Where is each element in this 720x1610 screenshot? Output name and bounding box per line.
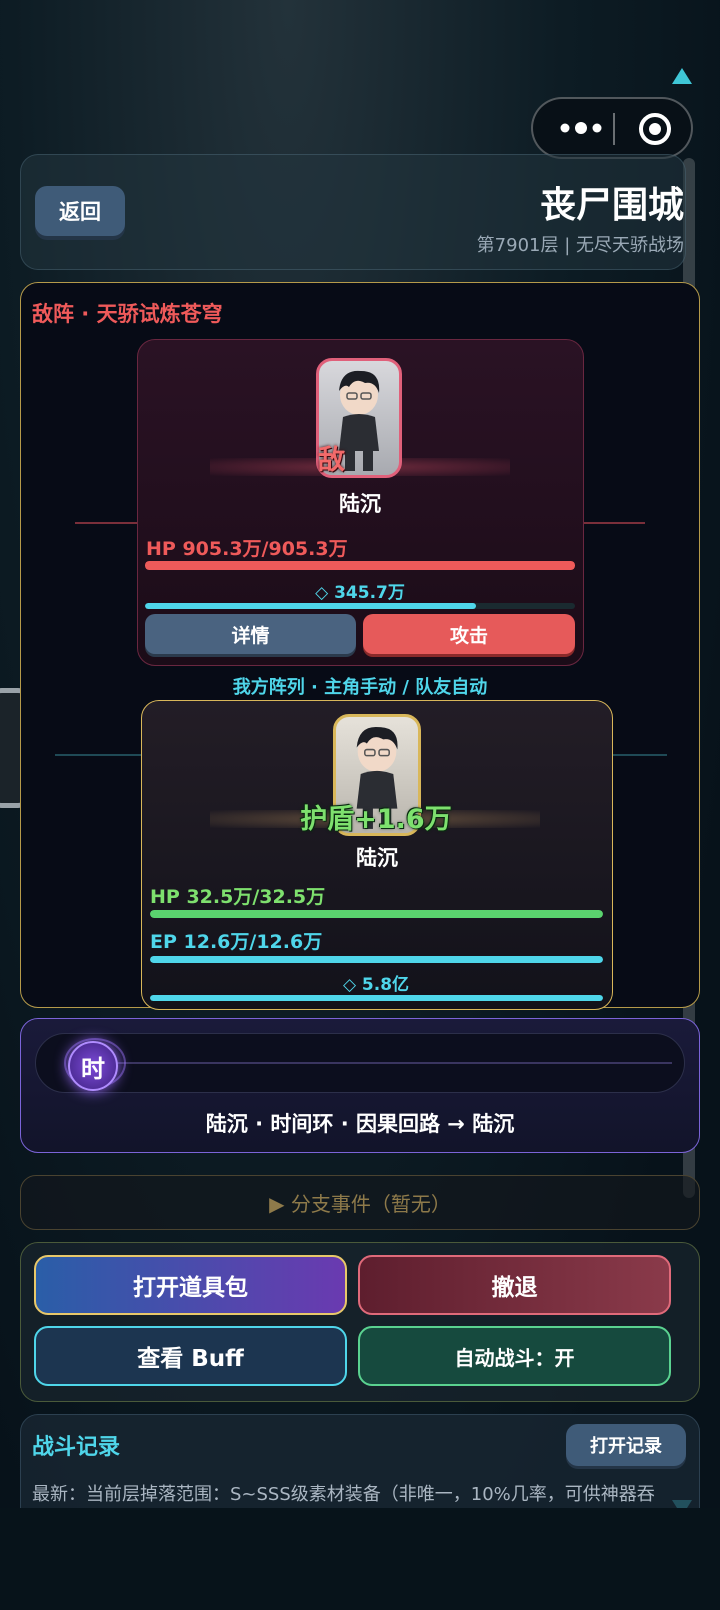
capsule-menu bbox=[531, 97, 693, 159]
battle-log-title: 战斗记录 bbox=[32, 1435, 121, 1460]
enemy-lane-line-left bbox=[75, 522, 137, 524]
enemy-section-label: 敌阵 · 天骄试炼苍穹 bbox=[32, 302, 223, 326]
ally-ep-bar bbox=[150, 956, 603, 963]
target-circle-icon[interactable] bbox=[637, 111, 673, 147]
enemy-lane-line-right bbox=[583, 522, 645, 524]
enemy-badge: 敌 bbox=[318, 445, 345, 476]
ally-hp-fill bbox=[150, 910, 603, 918]
timeline-token[interactable]: 时 bbox=[68, 1041, 118, 1091]
enemy-shield-text: ◇ 345.7万 bbox=[315, 583, 405, 603]
page-title: 丧尸围城 bbox=[539, 185, 684, 226]
enemy-hp-bar bbox=[145, 561, 575, 570]
enemy-shield-fill bbox=[145, 603, 477, 609]
ally-shield-bar bbox=[150, 995, 603, 1001]
enemy-hp-text: HP 905.3万/905.3万 bbox=[146, 538, 348, 560]
more-dots-icon[interactable] bbox=[553, 115, 613, 141]
ally-ep-fill bbox=[150, 956, 603, 963]
ally-shield-fill bbox=[150, 995, 603, 1001]
ally-section-label: 我方阵列 · 主角手动 / 队友自动 bbox=[232, 677, 488, 698]
open-log-button[interactable]: 打开记录 bbox=[566, 1424, 686, 1466]
enemy-name: 陆沉 bbox=[339, 492, 381, 516]
branch-event-button[interactable]: ▶ 分支事件（暂无） bbox=[20, 1175, 700, 1230]
capsule-divider bbox=[613, 113, 615, 145]
view-buff-button[interactable]: 查看 Buff bbox=[34, 1326, 347, 1386]
open-items-button[interactable]: 打开道具包 bbox=[34, 1255, 347, 1315]
timeline-line bbox=[100, 1062, 672, 1064]
log-fade-cutoff bbox=[0, 1508, 720, 1610]
retreat-button[interactable]: 撤退 bbox=[358, 1255, 671, 1315]
ally-lane-line-right bbox=[612, 754, 667, 756]
back-button[interactable]: 返回 bbox=[35, 186, 125, 236]
ally-ep-text: EP 12.6万/12.6万 bbox=[150, 931, 323, 953]
enemy-attack-button[interactable]: 攻击 bbox=[363, 614, 575, 654]
scroll-up-icon[interactable] bbox=[672, 68, 692, 84]
page-subtitle: 第7901层 | 无尽天骄战场 bbox=[476, 235, 684, 256]
timeline-turn-text: 陆沉 · 时间环 · 因果回路 → 陆沉 bbox=[205, 1112, 515, 1136]
ally-float-text: 护盾+1.6万 bbox=[300, 804, 452, 835]
ally-name: 陆沉 bbox=[356, 846, 398, 870]
ally-shield-text: ◇ 5.8亿 bbox=[342, 975, 410, 995]
auto-battle-toggle[interactable]: 自动战斗：开 bbox=[358, 1326, 671, 1386]
ally-hp-text: HP 32.5万/32.5万 bbox=[150, 886, 326, 908]
ally-hp-bar bbox=[150, 910, 603, 918]
enemy-detail-button[interactable]: 详情 bbox=[145, 614, 356, 654]
enemy-shield-bar bbox=[145, 603, 575, 609]
enemy-hp-fill bbox=[145, 561, 575, 570]
battle-log-latest: 最新：当前层掉落范围：S~SSS级素材装备（非唯一，10%几率，可供神器吞 bbox=[32, 1484, 655, 1505]
ally-lane-line-left bbox=[55, 754, 141, 756]
